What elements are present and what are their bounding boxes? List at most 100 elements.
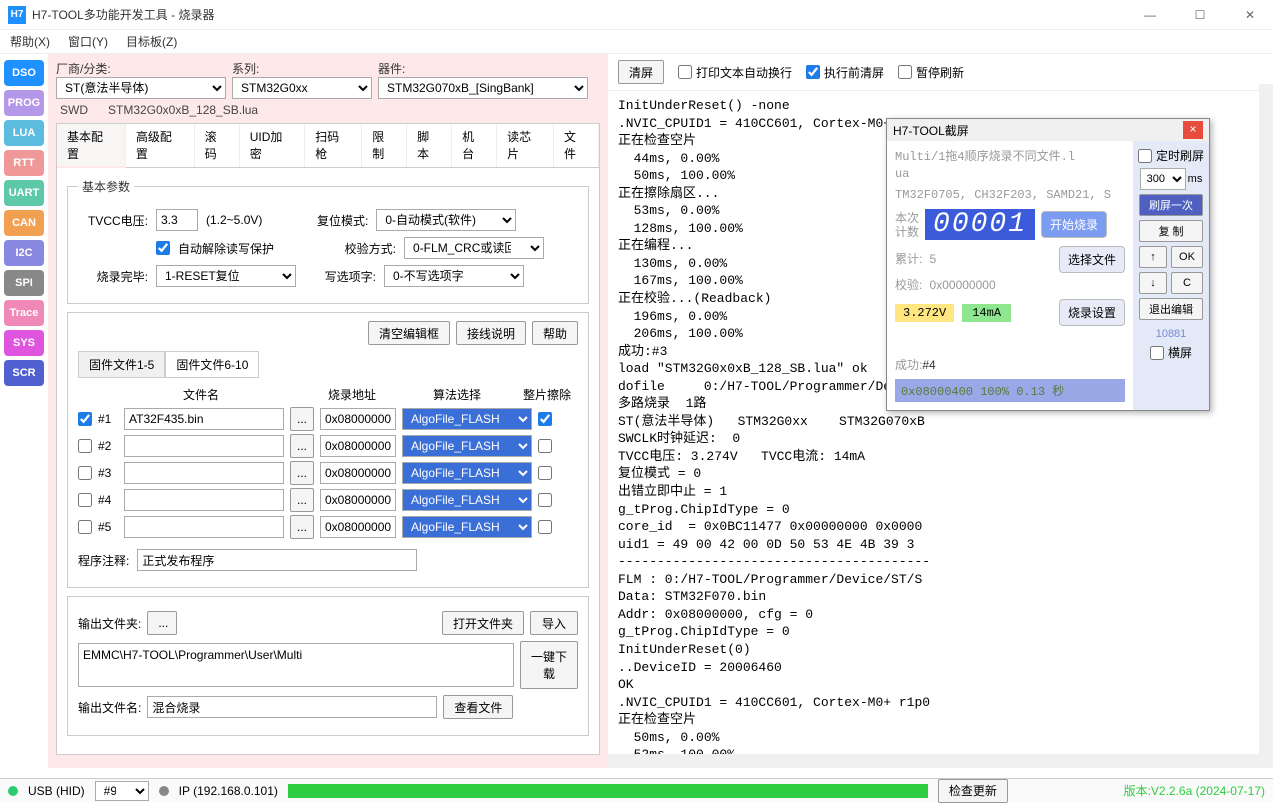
fw-enable-4[interactable] xyxy=(78,493,92,507)
fw-algo-3[interactable]: AlgoFile_FLASH xyxy=(402,462,532,484)
tab-2[interactable]: 滚码 xyxy=(195,124,240,167)
fw-help-button[interactable]: 帮助 xyxy=(532,321,578,345)
tab-0[interactable]: 基本配置 xyxy=(57,124,126,168)
sidebar-spi[interactable]: SPI xyxy=(4,270,44,296)
refresh-once-button[interactable]: 刷屏一次 xyxy=(1139,194,1203,216)
after-select[interactable]: 1-RESET复位 xyxy=(156,265,296,287)
sidebar-scr[interactable]: SCR xyxy=(4,360,44,386)
fw-algo-4[interactable]: AlgoFile_FLASH xyxy=(402,489,532,511)
fw-enable-2[interactable] xyxy=(78,439,92,453)
fw-file-5[interactable] xyxy=(124,516,284,538)
wiring-button[interactable]: 接线说明 xyxy=(456,321,526,345)
fw-addr-2[interactable] xyxy=(320,435,396,457)
c-button[interactable]: C xyxy=(1171,272,1203,294)
sidebar-uart[interactable]: UART xyxy=(4,180,44,206)
maximize-button[interactable]: ☐ xyxy=(1185,8,1215,22)
log-scrollbar-h[interactable] xyxy=(608,754,1259,768)
fw-erase-4[interactable] xyxy=(538,493,552,507)
menu-target[interactable]: 目标板(Z) xyxy=(126,33,177,50)
clear-log-button[interactable]: 清屏 xyxy=(618,60,664,84)
write-opt-select[interactable]: 0-不写选项字 xyxy=(384,265,524,287)
tab-4[interactable]: 扫码枪 xyxy=(305,124,362,167)
fw-browse-1[interactable]: ... xyxy=(290,407,314,431)
fw-file-1[interactable] xyxy=(124,408,284,430)
vendor-select[interactable]: ST(意法半导体) xyxy=(56,77,226,99)
fw-browse-4[interactable]: ... xyxy=(290,488,314,512)
fw-algo-1[interactable]: AlgoFile_FLASH xyxy=(402,408,532,430)
exit-edit-button[interactable]: 退出编辑 xyxy=(1139,298,1203,320)
fw-browse-3[interactable]: ... xyxy=(290,461,314,485)
capture-close-button[interactable]: × xyxy=(1183,121,1203,139)
fw-addr-5[interactable] xyxy=(320,516,396,538)
series-select[interactable]: STM32G0xx xyxy=(232,77,372,99)
select-file-button[interactable]: 选择文件 xyxy=(1059,246,1125,273)
fw-erase-5[interactable] xyxy=(538,520,552,534)
interval-select[interactable]: 300 xyxy=(1140,168,1186,190)
fw-erase-2[interactable] xyxy=(538,439,552,453)
timer-refresh-checkbox[interactable] xyxy=(1138,149,1152,163)
fw-file-2[interactable] xyxy=(124,435,284,457)
fw-addr-4[interactable] xyxy=(320,489,396,511)
sidebar-trace[interactable]: Trace xyxy=(4,300,44,326)
fw-enable-1[interactable] xyxy=(78,412,92,426)
copy-button[interactable]: 复 制 xyxy=(1139,220,1203,242)
sidebar-rtt[interactable]: RTT xyxy=(4,150,44,176)
check-update-button[interactable]: 检查更新 xyxy=(938,779,1008,803)
fw-browse-5[interactable]: ... xyxy=(290,515,314,539)
verify-select[interactable]: 0-FLM_CRC或读回校验 xyxy=(404,237,544,259)
close-button[interactable]: ✕ xyxy=(1235,8,1265,22)
fw-enable-5[interactable] xyxy=(78,520,92,534)
wrap-checkbox[interactable] xyxy=(678,65,692,79)
sidebar-prog[interactable]: PROG xyxy=(4,90,44,116)
download-button[interactable]: 一键下载 xyxy=(520,641,578,689)
tab-7[interactable]: 机台 xyxy=(452,124,497,167)
import-button[interactable]: 导入 xyxy=(530,611,578,635)
note-input[interactable] xyxy=(137,549,417,571)
auto-unlock-checkbox[interactable] xyxy=(156,241,170,255)
fw-enable-3[interactable] xyxy=(78,466,92,480)
fw-file-4[interactable] xyxy=(124,489,284,511)
landscape-checkbox[interactable] xyxy=(1150,346,1164,360)
start-burn-button[interactable]: 开始烧录 xyxy=(1041,211,1107,238)
fw-erase-1[interactable] xyxy=(538,412,552,426)
tvcc-input[interactable] xyxy=(156,209,198,231)
fw-algo-2[interactable]: AlgoFile_FLASH xyxy=(402,435,532,457)
tab-8[interactable]: 读芯片 xyxy=(497,124,554,167)
preclear-checkbox[interactable] xyxy=(806,65,820,79)
reset-mode-select[interactable]: 0-自动模式(软件) xyxy=(376,209,516,231)
device-num-select[interactable]: #99 xyxy=(95,781,149,801)
minimize-button[interactable]: — xyxy=(1135,8,1165,22)
capture-titlebar[interactable]: H7-TOOL截屏 × xyxy=(887,119,1209,141)
log-scrollbar-v[interactable] xyxy=(1259,84,1273,768)
ok-button[interactable]: OK xyxy=(1171,246,1203,268)
open-folder-button[interactable]: 打开文件夹 xyxy=(442,611,524,635)
fw-browse-2[interactable]: ... xyxy=(290,434,314,458)
tab-9[interactable]: 文件 xyxy=(554,124,599,167)
fw-tab-6-10[interactable]: 固件文件6-10 xyxy=(165,351,259,378)
out-file-input[interactable] xyxy=(147,696,437,718)
device-select[interactable]: STM32G070xB_[SingBank] xyxy=(378,77,588,99)
menu-window[interactable]: 窗口(Y) xyxy=(68,33,108,50)
up-button[interactable]: ↑ xyxy=(1139,246,1167,268)
tab-3[interactable]: UID加密 xyxy=(240,124,306,167)
sidebar-dso[interactable]: DSO xyxy=(4,60,44,86)
sidebar-can[interactable]: CAN xyxy=(4,210,44,236)
sidebar-lua[interactable]: LUA xyxy=(4,120,44,146)
fw-algo-5[interactable]: AlgoFile_FLASH xyxy=(402,516,532,538)
out-path-text[interactable]: EMMC\H7-TOOL\Programmer\User\Multi xyxy=(78,643,514,687)
tab-1[interactable]: 高级配置 xyxy=(126,124,195,167)
fw-tab-1-5[interactable]: 固件文件1-5 xyxy=(78,351,165,378)
view-file-button[interactable]: 查看文件 xyxy=(443,695,513,719)
tab-5[interactable]: 限制 xyxy=(362,124,407,167)
menu-help[interactable]: 帮助(X) xyxy=(10,33,50,50)
fw-file-3[interactable] xyxy=(124,462,284,484)
down-button[interactable]: ↓ xyxy=(1139,272,1167,294)
sidebar-sys[interactable]: SYS xyxy=(4,330,44,356)
pause-checkbox[interactable] xyxy=(898,65,912,79)
sidebar-i2c[interactable]: I2C xyxy=(4,240,44,266)
browse-folder-button[interactable]: ... xyxy=(147,611,177,635)
tab-6[interactable]: 脚本 xyxy=(407,124,452,167)
burn-settings-button[interactable]: 烧录设置 xyxy=(1059,299,1125,326)
fw-addr-1[interactable] xyxy=(320,408,396,430)
fw-addr-3[interactable] xyxy=(320,462,396,484)
